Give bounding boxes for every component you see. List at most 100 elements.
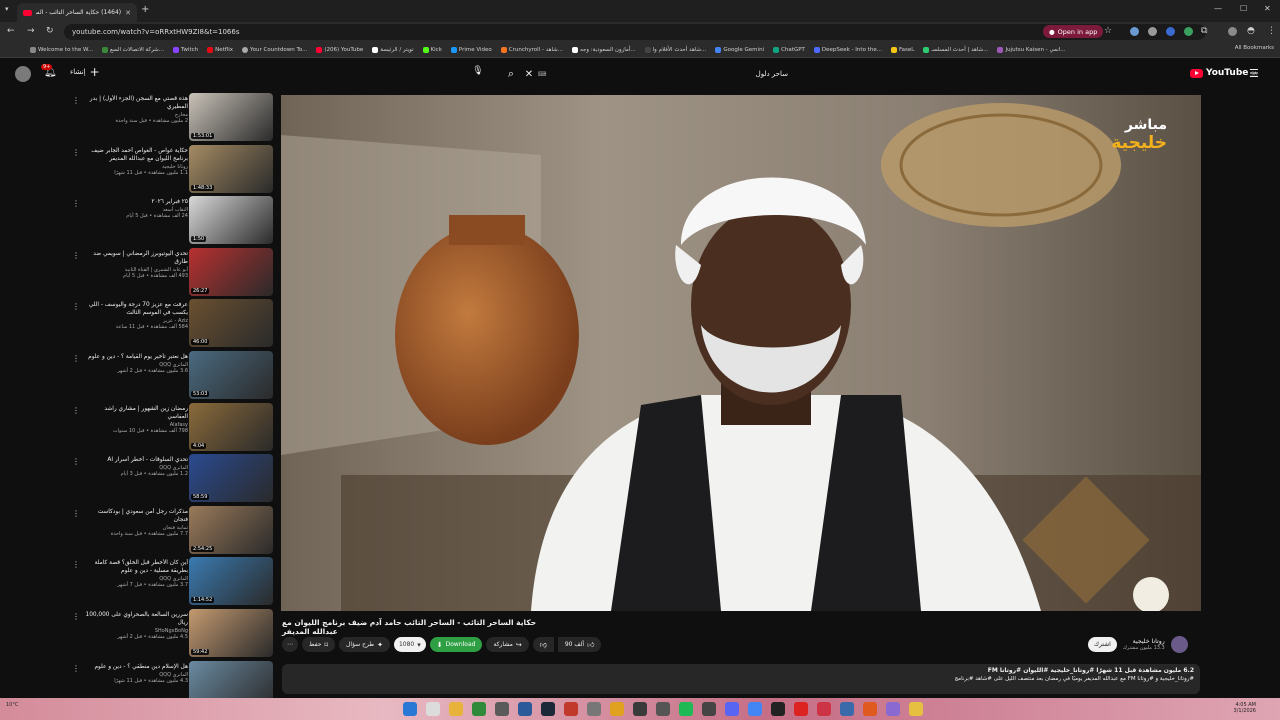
search-input[interactable]: ساحر دلول	[548, 70, 800, 78]
bookmark-item[interactable]: Faselـ	[890, 46, 914, 53]
ask-button[interactable]: طرح سؤال ✦	[339, 637, 390, 652]
related-video-item[interactable]: ⋮ تحدي اليوتيوبرز الرمضاني | سويمي ضد طار…	[70, 248, 275, 298]
bookmark-item[interactable]: شاهد أحدث الأفلام وا...	[644, 46, 706, 53]
bookmark-item[interactable]: Jujutsu Kaisen - انمي...	[997, 46, 1066, 53]
file-explorer-icon[interactable]	[610, 702, 624, 716]
weather-widget[interactable]: 10°C	[6, 702, 18, 708]
bookmark-star-icon[interactable]: ☆	[1104, 26, 1112, 36]
discord-icon[interactable]	[725, 702, 739, 716]
related-video-item[interactable]: ⋮ عرفت مع عزيز 70 درجة واليوسف - اللي يكس…	[70, 299, 275, 349]
related-video-item[interactable]: ⋮ تحدي السلوقات - أخطر أسرار AI الماتري QQ…	[70, 454, 275, 504]
app-icon[interactable]	[518, 702, 532, 716]
guide-menu-icon[interactable]: ☰	[1249, 67, 1259, 80]
related-video-title[interactable]: هل نعتبر تأخير يوم القيامة ؟ - دين و علو…	[84, 353, 188, 361]
related-video-title[interactable]: حكاية غواص - الغواص أحمد الجابر ضيف برنا…	[84, 147, 188, 163]
like-button[interactable]: 90 ألف 👍︎	[557, 637, 602, 652]
related-video-thumbnail[interactable]: 53:03	[189, 351, 273, 399]
bookmark-item[interactable]: Kick	[422, 46, 442, 53]
close-tab-icon[interactable]: ✕	[125, 9, 131, 17]
related-video-thumbnail[interactable]: 1:50	[189, 196, 273, 244]
account-avatar[interactable]	[15, 66, 31, 82]
bookmark-item[interactable]: (206) YouTube	[316, 46, 363, 53]
related-video-item[interactable]: ⋮ مذكرات رجل أمن سعودي | بودكاست فنجان ثما…	[70, 506, 275, 556]
dislike-button[interactable]: 👎︎	[532, 637, 554, 652]
related-video-title[interactable]: تحدي اليوتيوبرز الرمضاني | سويمي ضد طارق	[84, 250, 188, 266]
profile-avatar-icon[interactable]	[1228, 27, 1237, 36]
more-options-icon[interactable]: ⋮	[72, 148, 80, 157]
more-options-icon[interactable]: ⋮	[72, 560, 80, 569]
related-video-thumbnail[interactable]: 2:54:25	[189, 506, 273, 554]
search-box[interactable]: ⌕ ✕ ⌨ ساحر دلول	[500, 64, 800, 84]
more-options-icon[interactable]: ⋮	[72, 199, 80, 208]
app-icon[interactable]	[817, 702, 831, 716]
save-button[interactable]: حفظ ⌑	[302, 637, 336, 652]
bookmark-item[interactable]: Your Countdown To...	[242, 46, 307, 53]
related-video-item[interactable]: ⋮ هذه قصتي مع السجن (الجزء الأول) | بدر ا…	[70, 93, 275, 143]
app-icon[interactable]	[449, 702, 463, 716]
steam-icon[interactable]	[541, 702, 555, 716]
related-video-thumbnail[interactable]: 58:59	[189, 454, 273, 502]
channel-avatar[interactable]	[1170, 636, 1188, 653]
extensions-puzzle-icon[interactable]: ⧉	[1201, 26, 1207, 36]
extension-icon[interactable]	[1130, 27, 1139, 36]
more-options-icon[interactable]: ⋮	[72, 509, 80, 518]
related-video-item[interactable]: ⋮ هل نعتبر تأخير يوم القيامة ؟ - دين و عل…	[70, 351, 275, 401]
related-video-title[interactable]: هل الإسلام دين منطقي ؟ - دين و علوم	[84, 663, 188, 671]
system-clock[interactable]: 4:05 AM 3/1/2026	[1234, 702, 1256, 714]
app-icon[interactable]	[863, 702, 877, 716]
related-video-thumbnail[interactable]: 4:04	[189, 403, 273, 451]
video-description[interactable]: 6.2 مليون مشاهدة قبل 11 شهرًا #روتانا_خل…	[282, 664, 1200, 694]
app-icon[interactable]	[587, 702, 601, 716]
related-video-thumbnail[interactable]: 59:42	[189, 609, 273, 657]
bookmark-item[interactable]: أمازون السعودية: وجه...	[572, 46, 636, 53]
related-video-item[interactable]: ⋮ حكاية غواص - الغواص أحمد الجابر ضيف برن…	[70, 145, 275, 195]
related-video-title[interactable]: ٢٥ فبراير ٢٠٢٦	[84, 198, 188, 206]
start-menu-icon[interactable]	[403, 702, 417, 716]
app-icon[interactable]	[886, 702, 900, 716]
close-window-button[interactable]: ✕	[1264, 4, 1271, 13]
maximize-button[interactable]: ☐	[1240, 4, 1247, 13]
bookmark-item[interactable]: Welcome to the W...	[30, 46, 93, 53]
related-video-item[interactable]: ⋮ ٢٥ فبراير ٢٠٢٦ النقاب أسعد 24 ألف مشاهدة …	[70, 196, 275, 246]
related-video-item[interactable]: ⋮ سررين السالعة بالصحراوي على 100,000 ريا…	[70, 609, 275, 659]
related-video-thumbnail[interactable]: 1:48:33	[189, 145, 273, 193]
more-options-icon[interactable]: ⋮	[72, 664, 80, 673]
app-icon[interactable]	[840, 702, 854, 716]
bookmark-item[interactable]: تويتر / الرئيسة	[372, 46, 414, 53]
bookmark-item[interactable]: DeepSeek - Into the...	[813, 46, 882, 53]
back-button[interactable]: ←	[7, 26, 15, 36]
related-video-title[interactable]: مذكرات رجل أمن سعودي | بودكاست فنجان	[84, 508, 188, 524]
related-video-title[interactable]: عرفت مع عزيز 70 درجة واليوسف - اللي يكسب…	[84, 301, 188, 317]
related-video-item[interactable]: ⋮ أين كان الأخطر قبل الخلق؟ قصة كاملة بطر…	[70, 557, 275, 607]
related-video-title[interactable]: سررين السالعة بالصحراوي على 100,000 ريال	[84, 611, 189, 627]
extension-icon[interactable]	[1148, 27, 1157, 36]
browser-menu-icon[interactable]: ⋮	[1267, 26, 1276, 36]
more-options-icon[interactable]: ⋮	[72, 612, 80, 621]
search-icon[interactable]	[426, 702, 440, 716]
bookmark-item[interactable]: ChatGPT	[773, 46, 805, 53]
app-icon[interactable]	[472, 702, 486, 716]
app-icon[interactable]	[794, 702, 808, 716]
youtube-logo[interactable]: YouTube SA	[1190, 68, 1257, 78]
extension-icon[interactable]	[1184, 27, 1193, 36]
incognito-icon[interactable]: ◓	[1247, 26, 1255, 36]
bookmark-item[interactable]: Google Gemini	[715, 46, 764, 53]
more-options-icon[interactable]: ⋮	[72, 354, 80, 363]
bookmark-item[interactable]: Crunchyroll - شاهد...	[500, 46, 563, 53]
more-actions-button[interactable]: ⋯	[282, 637, 298, 652]
related-video-title[interactable]: أين كان الأخطر قبل الخلق؟ قصة كاملة بطري…	[84, 559, 188, 575]
related-video-thumbnail[interactable]: 1:14:52	[189, 557, 273, 605]
voice-search-mic-icon[interactable]: 🎙︎	[471, 66, 485, 80]
keyboard-icon[interactable]: ⌨	[536, 71, 548, 78]
more-options-icon[interactable]: ⋮	[72, 302, 80, 311]
clear-search-icon[interactable]: ✕	[522, 69, 536, 80]
more-options-icon[interactable]: ⋮	[72, 96, 80, 105]
more-options-icon[interactable]: ⋮	[72, 406, 80, 415]
bookmark-item[interactable]: Prime Video	[450, 46, 492, 53]
bookmark-item[interactable]: شركة الاتصالات السع...	[102, 46, 164, 53]
related-video-title[interactable]: تحدي السلوقات - أخطر أسرار AI	[84, 456, 188, 464]
app-icon[interactable]	[909, 702, 923, 716]
minimize-button[interactable]: —	[1214, 4, 1222, 13]
browser-tab-active[interactable]: (1464) حكاية الساحر التائب - الس ✕	[17, 3, 137, 22]
subscribe-button[interactable]: اشترك	[1088, 637, 1117, 652]
